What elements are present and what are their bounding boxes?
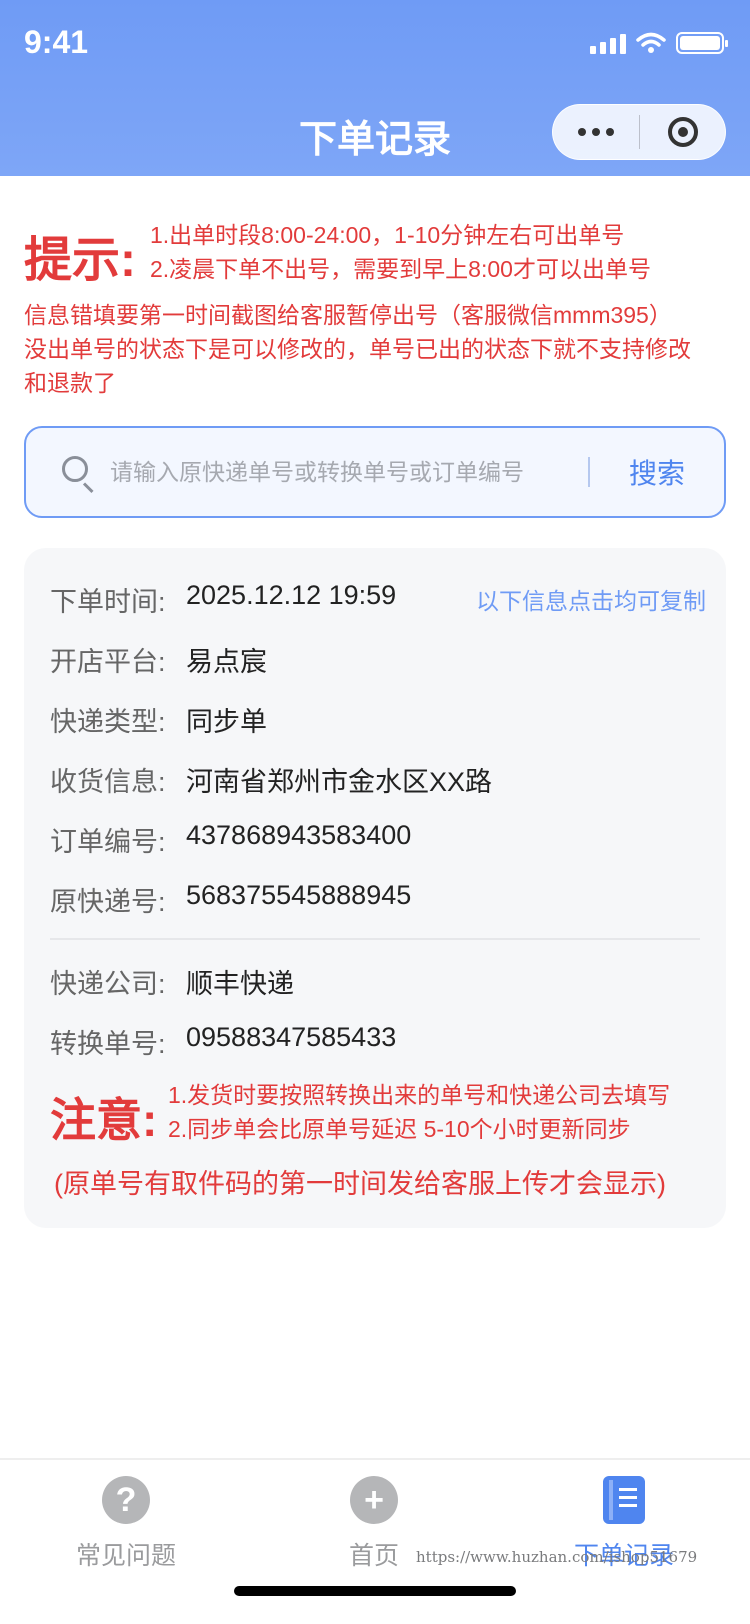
- target-icon: [667, 117, 698, 147]
- watermark-text: https://www.huzhan.com/ishop51679: [416, 1548, 698, 1566]
- notice-line: 和退款了: [24, 370, 116, 396]
- field-value[interactable]: 河南省郑州市金水区XX路: [186, 760, 492, 799]
- miniprogram-capsule: [552, 104, 726, 160]
- field-label: 原快递号:: [50, 887, 166, 917]
- field-label: 快递类型:: [50, 707, 166, 737]
- plus-icon: +: [350, 1476, 398, 1524]
- field-label: 订单编号:: [50, 827, 166, 857]
- field-converted-tracking[interactable]: 转换单号: 09588347585433: [50, 1022, 396, 1061]
- field-express-company[interactable]: 快递公司: 顺丰快递: [50, 962, 294, 1001]
- notice-line: 没出单号的状态下是可以修改的，单号已出的状态下就不支持修改: [24, 336, 691, 362]
- home-indicator: [234, 1586, 516, 1596]
- warning-line: 1.发货时要按照转换出来的单号和快递公司去填写: [168, 1082, 671, 1108]
- warning-footer: (原单号有取件码的第一时间发给客服上传才会显示): [54, 1169, 666, 1199]
- notice-line: 信息错填要第一时间截图给客服暂停出号（客服微信mmm395）: [24, 302, 672, 328]
- warning-label: 注意:: [50, 1094, 158, 1146]
- tab-label: 常见问题: [75, 1542, 176, 1570]
- battery-icon: [676, 32, 728, 54]
- copy-hint: 以下信息点击均可复制: [476, 588, 706, 614]
- search-icon: [62, 456, 94, 494]
- field-label: 开店平台:: [50, 647, 166, 677]
- nav-header: 9:41 下单记录: [0, 0, 750, 176]
- wifi-icon: [636, 32, 666, 53]
- tip-line: 1.出单时段8:00-24:00，1-10分钟左右可出单号: [150, 222, 625, 248]
- tab-bar: ? 常见问题 + 首页 下单记录: [0, 1458, 750, 1624]
- tip-lines: 1.出单时段8:00-24:00，1-10分钟左右可出单号 2.凌晨下单不出号，…: [150, 218, 651, 286]
- field-order-time[interactable]: 下单时间: 2025.12.12 19:59: [50, 580, 396, 619]
- close-miniprogram-button[interactable]: [640, 117, 725, 147]
- field-value[interactable]: 09588347585433: [186, 1022, 396, 1061]
- field-value[interactable]: 437868943583400: [186, 820, 411, 859]
- field-express-type[interactable]: 快递类型: 同步单: [50, 700, 267, 739]
- signal-icon: [590, 32, 626, 54]
- field-value[interactable]: 2025.12.12 19:59: [186, 580, 396, 619]
- dot-icon: [578, 128, 586, 136]
- field-label: 快递公司:: [50, 969, 166, 999]
- book-icon: [603, 1476, 645, 1524]
- field-label: 收货信息:: [50, 767, 166, 797]
- tip-label: 提示:: [24, 234, 136, 287]
- tip-line: 2.凌晨下单不出号，需要到早上8:00才可以出单号: [150, 256, 651, 282]
- field-label: 转换单号:: [50, 1029, 166, 1059]
- warning-line: 2.同步单会比原单号延迟 5-10个小时更新同步: [168, 1116, 631, 1142]
- dot-icon: [592, 128, 600, 136]
- field-value[interactable]: 568375545888945: [186, 880, 411, 919]
- warning-lines: 1.发货时要按照转换出来的单号和快递公司去填写 2.同步单会比原单号延迟 5-1…: [168, 1078, 670, 1146]
- field-value[interactable]: 易点宸: [186, 640, 267, 679]
- field-order-number[interactable]: 订单编号: 437868943583400: [50, 820, 411, 859]
- notice-text: 信息错填要第一时间截图给客服暂停出号（客服微信mmm395） 没出单号的状态下是…: [24, 298, 734, 400]
- question-icon: ?: [102, 1476, 150, 1524]
- status-time: 9:41: [24, 24, 89, 60]
- search-bar: 搜索: [24, 426, 726, 518]
- field-shipping-info[interactable]: 收货信息: 河南省郑州市金水区XX路: [50, 760, 492, 799]
- field-value[interactable]: 同步单: [186, 700, 267, 739]
- divider: [50, 938, 700, 940]
- order-record-card: 以下信息点击均可复制 下单时间: 2025.12.12 19:59 开店平台: …: [24, 548, 726, 1228]
- field-label: 下单时间:: [50, 587, 166, 617]
- dot-icon: [606, 128, 614, 136]
- field-value[interactable]: 顺丰快递: [186, 962, 294, 1001]
- field-original-tracking[interactable]: 原快递号: 568375545888945: [50, 880, 411, 919]
- tab-faq[interactable]: ? 常见问题: [46, 1476, 206, 1572]
- search-input[interactable]: [110, 458, 570, 486]
- more-button[interactable]: [553, 105, 639, 159]
- search-button[interactable]: 搜索: [590, 452, 724, 492]
- field-platform[interactable]: 开店平台: 易点宸: [50, 640, 267, 679]
- status-icons: [590, 32, 728, 54]
